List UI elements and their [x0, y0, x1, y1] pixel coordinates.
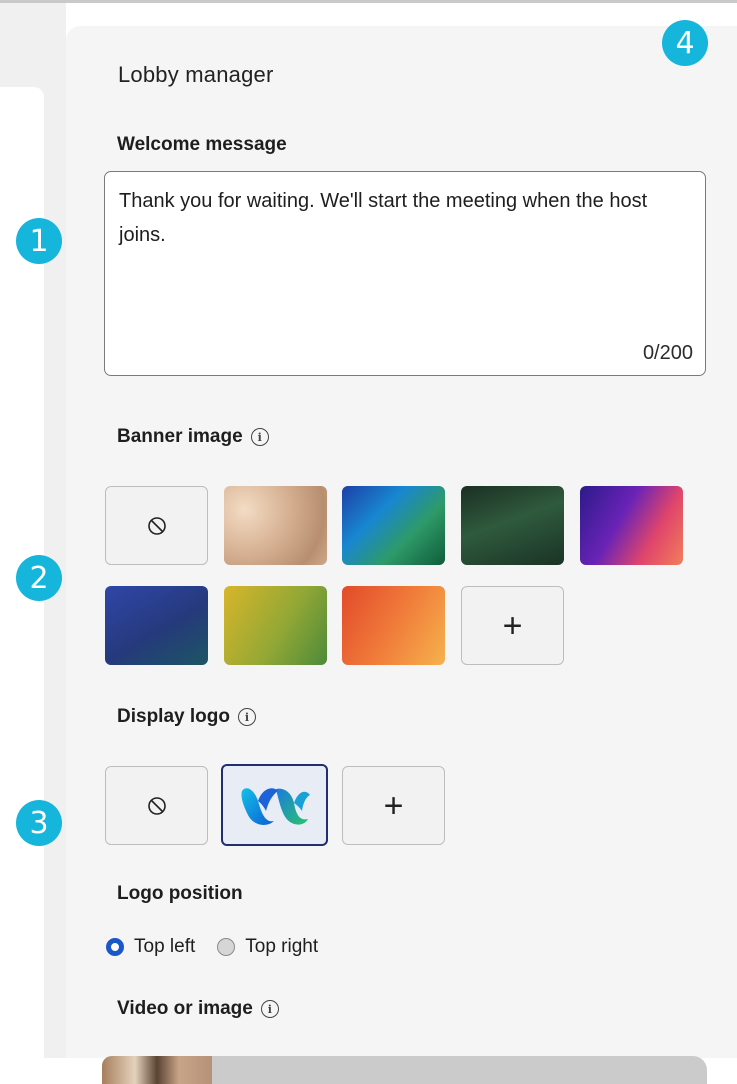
banner-option-orange[interactable] — [342, 586, 445, 665]
webex-logo-icon — [240, 788, 310, 825]
logo-position-label: Logo position — [117, 883, 243, 904]
info-icon[interactable]: i — [260, 1000, 279, 1018]
welcome-message-label: Welcome message — [117, 134, 287, 155]
video-thumbnail — [102, 1056, 212, 1084]
radio-top-right-label[interactable]: Top right — [245, 936, 318, 958]
banner-option-purple-red[interactable] — [580, 486, 683, 565]
welcome-message-input[interactable]: Thank you for waiting. We'll start the m… — [104, 171, 706, 376]
display-logo-label: Display logo i — [117, 706, 256, 728]
none-icon — [147, 516, 166, 535]
none-icon — [147, 796, 166, 815]
callout-badge-3: 3 — [16, 800, 62, 846]
banner-add-button[interactable]: + — [461, 586, 564, 665]
radio-top-left[interactable] — [106, 938, 124, 956]
video-or-image-label-text: Video or image — [117, 998, 253, 1019]
banner-option-yellow-green[interactable] — [224, 586, 327, 665]
display-logo-label-text: Display logo — [117, 706, 230, 727]
lobby-manager-panel: Lobby manager Welcome message Thank you … — [66, 26, 737, 1084]
banner-option-dark-green[interactable] — [461, 486, 564, 565]
banner-none-button[interactable] — [105, 486, 208, 565]
info-icon[interactable]: i — [250, 428, 269, 446]
radio-top-right[interactable] — [217, 938, 236, 956]
welcome-message-text[interactable]: Thank you for waiting. We'll start the m… — [119, 184, 689, 252]
info-icon[interactable]: i — [237, 708, 256, 726]
banner-option-sand[interactable] — [224, 486, 327, 565]
logo-position-radio-group: Top left Top right — [106, 936, 340, 958]
plus-icon: + — [383, 786, 404, 825]
callout-badge-1: 1 — [16, 218, 62, 264]
video-preview-item[interactable] — [102, 1056, 707, 1084]
callout-badge-4: 4 — [662, 20, 708, 66]
banner-option-indigo[interactable] — [105, 586, 208, 665]
callout-badge-2: 2 — [16, 555, 62, 601]
radio-top-left-label[interactable]: Top left — [134, 936, 195, 958]
left-background — [0, 3, 66, 1061]
character-counter: 0/200 — [642, 342, 693, 364]
logo-option-webex[interactable] — [221, 764, 328, 846]
logo-none-button[interactable] — [105, 766, 208, 845]
banner-image-label-text: Banner image — [117, 426, 243, 447]
top-border — [0, 0, 737, 3]
video-or-image-label: Video or image i — [117, 998, 279, 1020]
banner-image-label: Banner image i — [117, 426, 269, 448]
plus-icon: + — [502, 606, 523, 645]
panel-title: Lobby manager — [118, 62, 274, 87]
logo-add-button[interactable]: + — [342, 766, 445, 845]
banner-option-blue-green[interactable] — [342, 486, 445, 565]
